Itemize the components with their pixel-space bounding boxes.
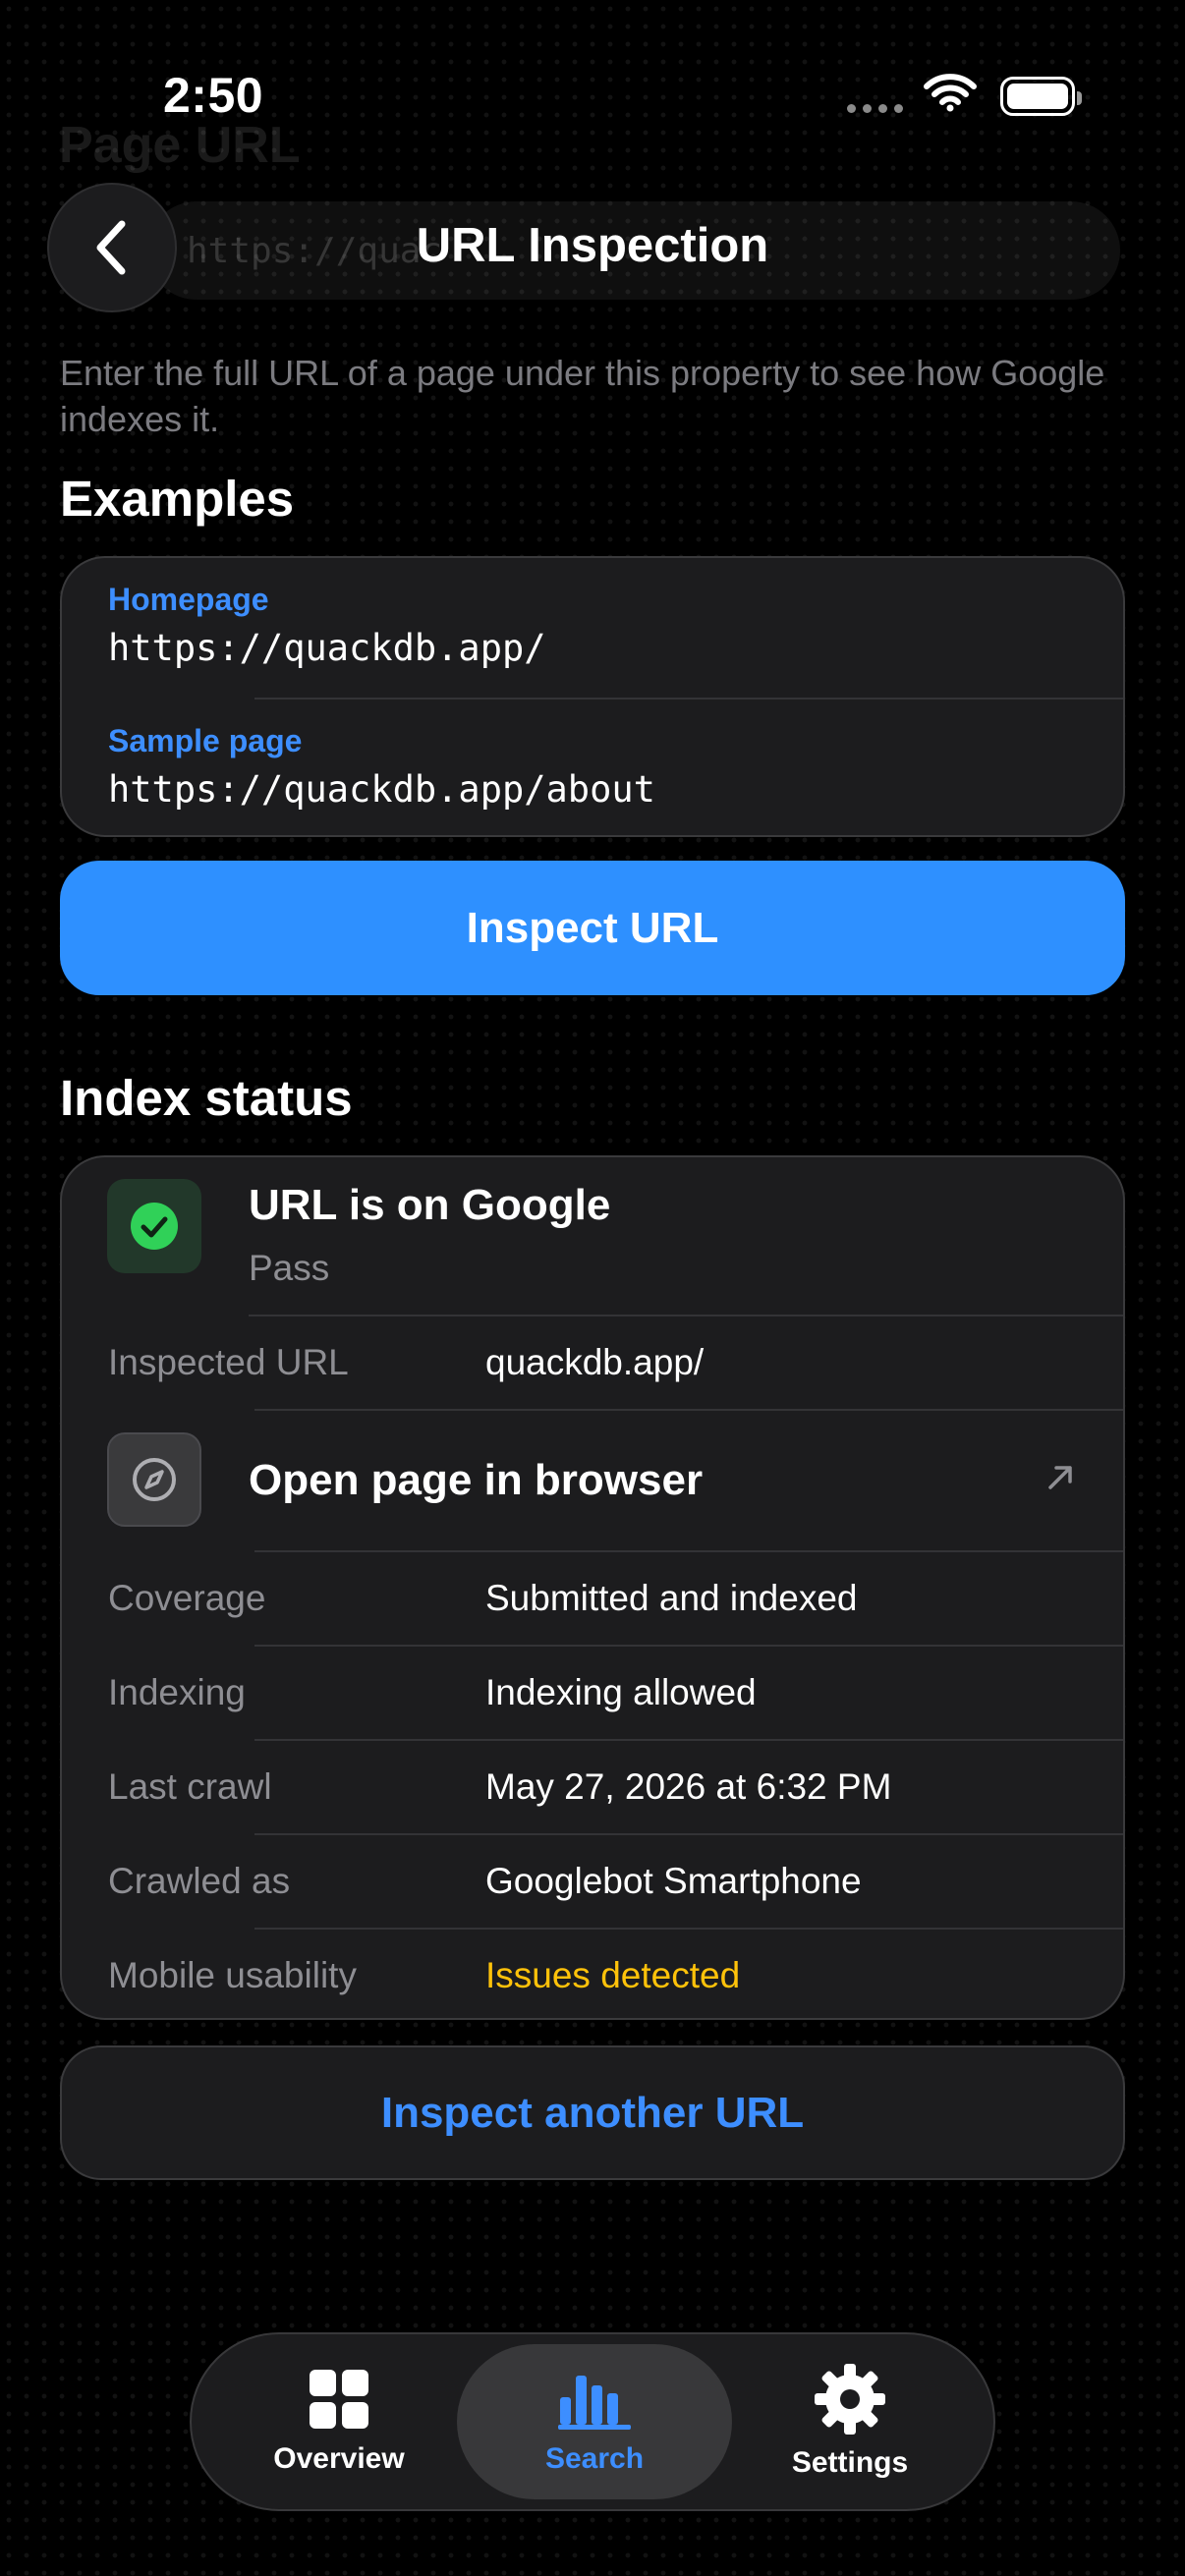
coverage-value: Submitted and indexed	[485, 1578, 858, 1618]
inspect-url-button[interactable]: Inspect URL	[60, 861, 1125, 995]
last-crawl-label: Last crawl	[108, 1766, 272, 1807]
indexing-label: Indexing	[108, 1672, 246, 1712]
open-browser-label: Open page in browser	[249, 1456, 704, 1504]
tab-settings[interactable]: Settings	[712, 2344, 988, 2499]
inspected-url-value: quackdb.app/	[485, 1342, 705, 1382]
background-title: Page URL	[59, 117, 301, 174]
divider	[254, 1550, 1123, 1552]
divider	[254, 1645, 1123, 1647]
tab-label: Settings	[791, 2446, 909, 2479]
inspected-url-label: Inspected URL	[108, 1342, 349, 1382]
open-page-in-browser-row[interactable]: Open page in browser	[62, 1411, 1123, 1550]
tab-bar: Overview Search Settings	[190, 2332, 995, 2511]
crawled-as-label: Crawled as	[108, 1861, 291, 1901]
compass-badge	[107, 1432, 201, 1527]
battery-icon	[1000, 77, 1082, 116]
examples-card: Homepage https://quackdb.app/ Sample pag…	[60, 556, 1125, 837]
index-status-heading: Index status	[60, 1070, 353, 1126]
wifi-icon	[924, 74, 977, 112]
bar-chart-icon	[558, 2376, 631, 2430]
description-text: Enter the full URL of a page under this …	[60, 353, 1105, 439]
divider	[254, 1739, 1123, 1741]
divider	[254, 1833, 1123, 1835]
gear-icon	[815, 2364, 885, 2435]
examples-heading: Examples	[60, 471, 295, 527]
pass-badge	[107, 1179, 201, 1273]
divider	[254, 1928, 1123, 1930]
arrow-up-right-icon	[1048, 1466, 1072, 1489]
example-label: Sample page	[108, 723, 303, 758]
example-item-homepage[interactable]: Homepage https://quackdb.app/	[62, 558, 1123, 698]
last-crawl-value: May 27, 2026 at 6:32 PM	[485, 1766, 892, 1807]
cellular-signal-icon	[847, 104, 903, 113]
grid-icon	[310, 2370, 368, 2429]
example-url: https://quackdb.app/	[108, 627, 546, 669]
compass-icon	[133, 1458, 176, 1501]
page-title: URL Inspection	[416, 219, 769, 272]
result-title: URL is on Google	[249, 1181, 611, 1229]
example-url: https://quackdb.app/about	[108, 768, 655, 811]
index-status-card: URL is on Google Pass Inspected URL quac…	[60, 1155, 1125, 2020]
tab-label: Overview	[273, 2442, 405, 2475]
coverage-label: Coverage	[108, 1578, 266, 1618]
example-item-sample-page[interactable]: Sample page https://quackdb.app/about	[62, 700, 1123, 839]
check-circle-icon	[131, 1203, 178, 1250]
result-subtitle: Pass	[249, 1248, 330, 1288]
example-label: Homepage	[108, 582, 269, 617]
tab-label: Search	[544, 2442, 645, 2475]
mobile-usability-label: Mobile usability	[108, 1955, 357, 1995]
divider	[249, 1315, 1123, 1316]
tab-overview[interactable]: Overview	[201, 2344, 477, 2499]
mobile-usability-value: Issues detected	[485, 1955, 741, 1995]
crawled-as-value: Googlebot Smartphone	[485, 1861, 862, 1901]
tab-search[interactable]: Search	[457, 2344, 732, 2499]
inspect-another-url-button[interactable]: Inspect another URL	[60, 2045, 1125, 2180]
indexing-value: Indexing allowed	[485, 1672, 757, 1712]
